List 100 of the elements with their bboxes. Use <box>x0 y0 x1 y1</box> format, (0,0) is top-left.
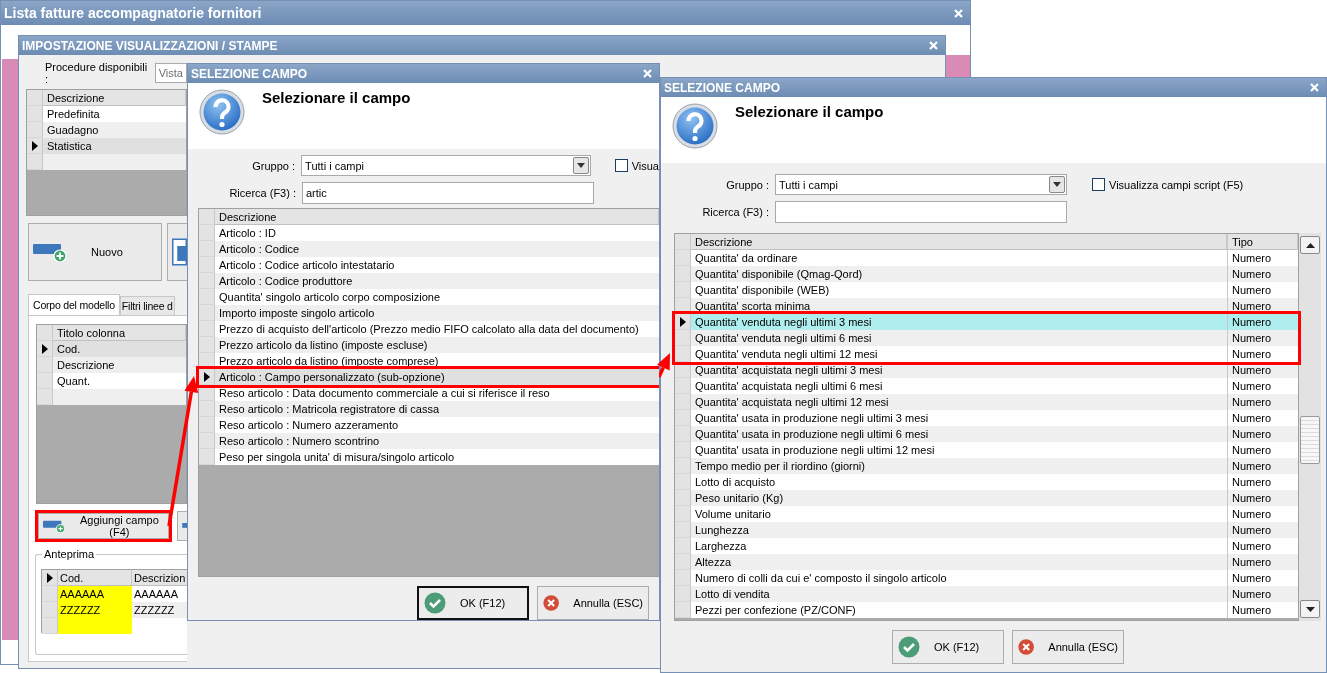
table-row[interactable]: Quantita' disponibile (Qmag-Qord) Numero <box>675 266 1298 282</box>
table-row[interactable]: Numero di colli da cui e' composto il singolo articolo Numero <box>675 570 1298 586</box>
table-cell-text: Altezza <box>694 555 733 570</box>
question-icon <box>198 88 246 136</box>
dropdown-button[interactable] <box>572 157 589 174</box>
row-selector <box>37 357 53 373</box>
ok-button[interactable]: OK (F12) <box>892 630 1004 664</box>
table-row[interactable]: Articolo : Codice articolo intestatario <box>199 257 659 273</box>
table-row[interactable]: ZZZZZZ ZZZZZZ <box>42 602 187 618</box>
row-pointer-icon <box>31 140 38 151</box>
table-row[interactable]: Articolo : Campo personalizzato (sub-opzione) <box>199 369 659 385</box>
close-button[interactable] <box>642 68 653 79</box>
table-row[interactable]: Predefinita <box>27 106 186 122</box>
close-button[interactable] <box>1309 82 1320 93</box>
table-row[interactable]: Volume unitario Numero <box>675 506 1298 522</box>
table-row[interactable]: Quantita' singolo articolo corpo composizione <box>199 289 659 305</box>
table-row[interactable]: Quantita' usata in produzione negli ultimi 6 mesi Numero <box>675 426 1298 442</box>
add-field-icon <box>43 518 66 534</box>
table-row[interactable]: Quantita' usata in produzione negli ultimi 3 mesi Numero <box>675 410 1298 426</box>
table-row[interactable]: Quantita' acquistata negli ultimi 12 mesi Numero <box>675 394 1298 410</box>
table-cell-text: Quantita' scorta minima <box>694 299 812 314</box>
table-cell-text: Quantita' venduta negli ultimi 3 mesi <box>694 315 873 330</box>
search-field[interactable]: artic <box>302 182 594 204</box>
row-selector <box>199 401 215 417</box>
row-selector <box>675 458 691 474</box>
table-row[interactable]: Quantita' venduta negli ultimi 12 mesi Numero <box>675 346 1298 362</box>
checkbox[interactable] <box>1092 178 1105 191</box>
table-row[interactable]: Importo imposte singolo articolo <box>199 305 659 321</box>
table-cell-text: Lotto di vendita <box>694 587 771 602</box>
window-title: SELEZIONE CAMPO <box>191 66 307 81</box>
procedure-field[interactable]: Vista <box>154 63 187 83</box>
table-row[interactable]: Lotto di vendita Numero <box>675 586 1298 602</box>
scroll-down-button[interactable] <box>1300 600 1320 618</box>
table-row[interactable]: Quantita' usata in produzione negli ultimi 12 mesi Numero <box>675 442 1298 458</box>
group-dropdown[interactable]: Tutti i campi <box>301 155 591 176</box>
row-selector <box>675 506 691 522</box>
search-field[interactable] <box>775 201 1067 223</box>
table-row[interactable]: Reso articolo : Numero scontrino <box>199 433 659 449</box>
table-cell-text: Prezzo articolo da listino (imposte comprese) <box>218 354 440 369</box>
scroll-up-button[interactable] <box>1300 236 1320 254</box>
table-cell-text: Reso articolo : Numero scontrino <box>218 434 381 449</box>
table-cell-text: Predefinita <box>46 107 101 122</box>
toolbar-button[interactable]: Nuovo <box>28 223 162 281</box>
row-selector <box>199 289 215 305</box>
table-row[interactable]: Descrizione <box>37 357 186 373</box>
tab[interactable]: Corpo del modello <box>28 294 120 315</box>
table-row[interactable]: Articolo : Codice produttore <box>199 273 659 289</box>
table-row[interactable]: Reso articolo : Matricola registratore di cassa <box>199 401 659 417</box>
table-row[interactable]: Articolo : ID <box>199 225 659 241</box>
table-row[interactable]: Pezzi per confezione (PZ/CONF) Numero <box>675 602 1298 618</box>
checkbox[interactable] <box>614 159 628 172</box>
dialog-heading: Selezionare il campo <box>735 103 884 120</box>
table-row[interactable]: Peso unitario (Kg) Numero <box>675 490 1298 506</box>
group-dropdown[interactable]: Tutti i campi <box>775 174 1067 195</box>
row-selector <box>199 257 215 273</box>
cancel-button[interactable]: Annulla (ESC) <box>1012 630 1124 664</box>
table-row[interactable]: Statistica <box>27 138 186 154</box>
table-cell-text: Lunghezza <box>694 523 750 538</box>
row-pointer-icon <box>203 371 210 382</box>
toolbar-button[interactable] <box>167 223 187 281</box>
table-row[interactable]: Prezzo articolo da listino (imposte escluse) <box>199 337 659 353</box>
table-row[interactable]: Quantita' acquistata negli ultimi 6 mesi Numero <box>675 378 1298 394</box>
table-row[interactable]: Quantita' disponibile (WEB) Numero <box>675 282 1298 298</box>
table-row[interactable]: Peso per singola unita' di misura/singolo articolo <box>199 449 659 465</box>
dropdown-button[interactable] <box>1049 176 1065 193</box>
table-row[interactable]: Altezza Numero <box>675 554 1298 570</box>
table-row[interactable]: Quantita' venduta negli ultimi 3 mesi Numero <box>675 314 1298 330</box>
table-row[interactable]: Articolo : Codice <box>199 241 659 257</box>
table-cell-text: Pezzi per confezione (PZ/CONF) <box>694 603 857 618</box>
ok-button[interactable]: OK (F12) <box>417 586 529 620</box>
close-button[interactable] <box>928 40 939 51</box>
table-row[interactable]: Guadagno <box>27 122 186 138</box>
table-cell-text: Articolo : Campo personalizzato (sub-opzione) <box>218 370 446 385</box>
table-row[interactable]: Quantita' da ordinare Numero <box>675 250 1298 266</box>
toolbar-button[interactable]: Aggiungi campo (F4) <box>38 513 169 539</box>
table-cell-text: Quantita' venduta negli ultimi 6 mesi <box>694 331 873 346</box>
table-row[interactable]: Reso articolo : Numero azzeramento <box>199 417 659 433</box>
row-pointer-icon <box>46 572 53 583</box>
table-cell-text: Articolo : Codice articolo intestatario <box>218 258 396 273</box>
table-row[interactable]: Cod. <box>37 341 186 357</box>
tab[interactable]: Filtri linee d <box>119 296 175 315</box>
table-cell-text: Quantita' singolo articolo corpo composizione <box>218 290 441 305</box>
scroll-thumb[interactable] <box>1300 416 1320 464</box>
scrollbar[interactable] <box>1299 233 1321 621</box>
table-cell-text: Quantita' usata in produzione negli ultimi 3 mesi <box>694 411 930 426</box>
toolbar-button[interactable] <box>177 511 187 541</box>
table-cell-text: Reso articolo : Data documento commerciale a cui si riferisce il reso <box>218 386 551 401</box>
table-row[interactable]: Lunghezza Numero <box>675 522 1298 538</box>
close-button[interactable] <box>953 7 964 19</box>
table-row[interactable]: Quant. <box>37 373 186 389</box>
table-row[interactable]: Larghezza Numero <box>675 538 1298 554</box>
cancel-button[interactable]: Annulla (ESC) <box>537 586 649 620</box>
row-selector <box>199 337 215 353</box>
close-icon <box>954 8 963 18</box>
table-row[interactable]: Tempo medio per il riordino (giorni) Numero <box>675 458 1298 474</box>
table-row[interactable]: Lotto di acquisto Numero <box>675 474 1298 490</box>
row-selector <box>675 282 691 298</box>
table-row[interactable]: Quantita' venduta negli ultimi 6 mesi Numero <box>675 330 1298 346</box>
table-cell-text: Lotto di acquisto <box>694 475 777 490</box>
table-row[interactable]: AAAAAA AAAAAA <box>42 586 187 602</box>
